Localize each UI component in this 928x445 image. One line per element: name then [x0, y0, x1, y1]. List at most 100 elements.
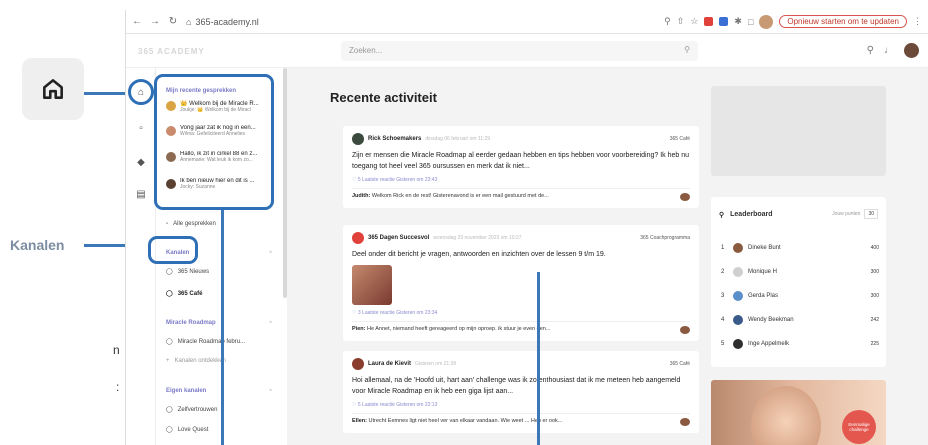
calendar-icon[interactable]: ▤ [134, 188, 148, 202]
author-avatar[interactable] [352, 358, 364, 370]
profile-avatar[interactable] [759, 14, 774, 29]
roadmap-section-title[interactable]: Miracle Roadmap [166, 320, 216, 326]
post-date: Gisteren om 21:39 [415, 361, 457, 367]
leaderboard-score: 242 [870, 317, 879, 323]
search-icon[interactable]: ⚲ [867, 45, 874, 56]
roadmap-item[interactable]: ◯ Miracle Roadmap febru... [166, 338, 245, 346]
reply-avatars [680, 326, 690, 334]
promo-photo [751, 386, 821, 445]
points-value: 30 [864, 209, 878, 219]
latest-reply[interactable]: Pien: He Annet, niemand heeft gereageerd… [352, 321, 690, 334]
post-card[interactable]: Laura de Kievit Gisteren om 21:39 365 Café… [343, 351, 699, 433]
puzzle-icon[interactable]: ✱ [734, 16, 742, 27]
share-icon[interactable]: ⇧ [677, 16, 685, 27]
annotation-connector-feed [537, 272, 540, 445]
zoom-icon[interactable]: ⚲ [664, 16, 671, 27]
chat-icon[interactable]: ▫ [134, 122, 148, 136]
post-card[interactable]: 365 Dagen Succesvol woensdag 29 november … [343, 225, 699, 341]
post-card[interactable]: Rick Schoemakers dinsdag 06 februari om 1… [343, 126, 699, 208]
post-meta[interactable]: ♡ 5 Laatste reactie Gisteren om 22:13 [352, 402, 690, 408]
challenge-badge[interactable]: Eenmalige challenge [842, 410, 876, 444]
plus-icon: + [166, 358, 170, 364]
reply-author: Ellen: [352, 418, 367, 424]
reply-preview: Utrecht Eemnes ligt niet heel ver van el… [368, 418, 563, 424]
author-avatar[interactable] [352, 232, 364, 244]
highlight-channels [148, 236, 198, 264]
leaderboard-avatar [733, 267, 743, 277]
back-icon[interactable]: ← [132, 16, 142, 27]
leaderboard-rank: 1 [721, 245, 725, 251]
extension-icon[interactable] [719, 17, 729, 26]
graduation-icon[interactable]: ◆ [134, 156, 148, 170]
chevron-up-icon[interactable]: ^ [269, 389, 272, 395]
leaderboard-rank: 2 [721, 269, 725, 275]
latest-reply[interactable]: Ellen: Utrecht Eemnes ligt niet heel ver… [352, 413, 690, 426]
post-author[interactable]: Laura de Kievit [368, 361, 411, 367]
address-bar[interactable]: ⌂ 365-academy.nl [186, 17, 656, 27]
post-image[interactable] [352, 265, 392, 305]
app-logo[interactable]: 365 ACADEMY [138, 47, 205, 56]
leaderboard-row[interactable]: 1 Dineke Bunt 400 [721, 243, 879, 253]
chevron-up-icon[interactable]: ^ [269, 321, 272, 327]
own-channel-item[interactable]: ◯ Love Quest [166, 426, 208, 434]
reload-icon[interactable]: ↻ [168, 16, 178, 27]
banner-placeholder[interactable] [711, 86, 886, 176]
post-channel-tag[interactable]: 365 Café [670, 361, 690, 367]
channel-item[interactable]: ◯ 365 Nieuws [166, 268, 210, 276]
post-meta[interactable]: ♡ 5 Laatste reactie Gisteren om 23:43 [352, 177, 690, 183]
reply-preview: Welkom Rick en de rest! Gisterenavond is… [371, 193, 549, 199]
leaderboard-row[interactable]: 4 Wendy Beekman 242 [721, 315, 879, 325]
search-placeholder: Zoeken... [349, 46, 383, 55]
highlight-recent-conversations [154, 74, 274, 210]
forward-icon[interactable]: → [150, 16, 160, 27]
challenge-promo[interactable]: Eenmalige challenge [711, 380, 886, 445]
own-channel-item[interactable]: ◯ Zelfvertrouwen [166, 406, 217, 414]
url-text: 365-academy.nl [195, 16, 259, 27]
channel-label: 365 Nieuws [177, 268, 210, 275]
author-avatar[interactable] [352, 133, 364, 145]
extension-icon[interactable] [704, 17, 714, 26]
channel-icon: ◯ [166, 339, 173, 345]
all-conversations-link[interactable]: ▫ Alle gesprekken [166, 221, 216, 227]
leaderboard-row[interactable]: 5 Inge Appelmelk 225 [721, 339, 879, 349]
leaderboard-avatar [733, 291, 743, 301]
post-date: dinsdag 06 februari om 11:29 [425, 136, 491, 142]
menu-icon[interactable]: ⋮ [913, 16, 922, 27]
post-channel-tag[interactable]: 365 Café [670, 136, 690, 142]
bell-icon[interactable]: ♩ [884, 45, 894, 56]
discover-channels-link[interactable]: + Kanalen ontdekken [166, 358, 226, 364]
post-author[interactable]: 365 Dagen Succesvol [368, 235, 429, 241]
activity-feed: Recente activiteit Rick Schoemakers dinsd… [287, 68, 706, 445]
latest-reply[interactable]: Judith: Welkom Rick en de rest! Gisteren… [352, 188, 690, 201]
channel-icon: ◯ [166, 407, 173, 413]
reply-avatars [680, 193, 690, 201]
post-channel-tag[interactable]: 365 Coachprogramma [640, 235, 690, 241]
post-meta[interactable]: ♡ 3 Laatste reactie Gisteren om 23:34 [352, 310, 690, 316]
channel-item[interactable]: ◯ 365 Café [166, 290, 202, 298]
search-input[interactable]: Zoeken... ⚲ [341, 41, 698, 61]
leaderboard-score: 300 [870, 293, 879, 299]
leaderboard-row[interactable]: 2 Monique H 300 [721, 267, 879, 277]
all-conversations-label: Alle gesprekken [173, 221, 216, 227]
reply-author: Pien: [352, 326, 366, 332]
sidepanel-icon[interactable]: □ [748, 17, 753, 27]
user-avatar[interactable] [904, 43, 919, 58]
post-body: Zijn er mensen die Miracle Roadmap al ee… [352, 152, 689, 170]
leaderboard-row[interactable]: 3 Gerda Plas 300 [721, 291, 879, 301]
star-icon[interactable]: ☆ [690, 16, 698, 27]
reply-text: Pien: He Annet, niemand heeft gereageerd… [352, 326, 550, 334]
post-header: Laura de Kievit Gisteren om 21:39 365 Café [352, 358, 690, 370]
highlight-home [128, 79, 154, 105]
discover-label: Kanalen ontdekken [174, 358, 226, 364]
home-icon-enlarged [22, 58, 84, 120]
leaderboard-rank: 5 [721, 341, 725, 347]
own-channels-title[interactable]: Eigen kanalen [166, 388, 206, 394]
post-author[interactable]: Rick Schoemakers [368, 136, 421, 142]
reply-preview: He Annet, niemand heeft gereageerd op mi… [366, 326, 551, 332]
leaderboard-title: Leaderboard [730, 211, 773, 218]
screenshot-stage: Kanalen n : ← → ↻ ⌂ 365-academy.nl ⚲ ⇧ ☆… [0, 0, 928, 445]
annotation-connector-conversations [221, 210, 224, 445]
chevron-up-icon[interactable]: ^ [269, 251, 272, 257]
extension-bar: ⚲ ⇧ ☆ ✱ □ Opnieuw starten om te updaten … [664, 14, 922, 29]
update-button[interactable]: Opnieuw starten om te updaten [779, 15, 907, 28]
